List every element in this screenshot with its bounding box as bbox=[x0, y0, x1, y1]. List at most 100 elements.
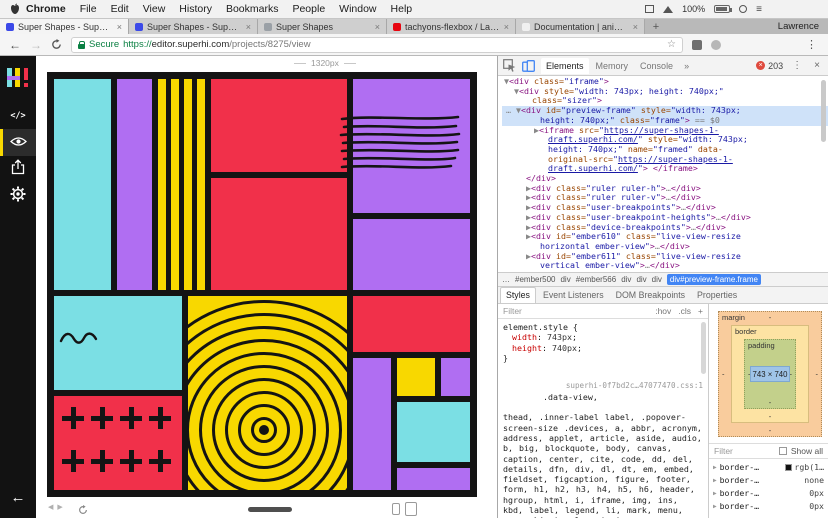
prev-icon[interactable]: ◀ bbox=[48, 504, 57, 511]
box-model-margin[interactable]: margin - - - - border - padding - - - 74… bbox=[718, 311, 822, 437]
devtools-close-icon[interactable]: × bbox=[811, 60, 823, 71]
computed-filter-input[interactable]: Filter bbox=[714, 446, 733, 456]
notification-center-icon[interactable]: ≡ bbox=[756, 4, 762, 15]
browser-tab[interactable]: Super Shapes× bbox=[258, 19, 387, 34]
styles-scrollbar[interactable] bbox=[701, 322, 706, 374]
spotlight-icon[interactable] bbox=[739, 5, 747, 13]
width-ruler[interactable]: 1320px bbox=[294, 58, 356, 68]
menu-item[interactable]: Window bbox=[339, 3, 376, 15]
tab-close-icon[interactable]: × bbox=[504, 22, 509, 32]
box-model-border[interactable]: border - padding - - - 743 × 740 bbox=[731, 325, 809, 423]
browser-tab[interactable]: Super Shapes - SuperHi× bbox=[129, 19, 258, 34]
element-style-selector[interactable]: element.style { bbox=[503, 322, 703, 332]
display-icon[interactable] bbox=[645, 5, 654, 13]
error-badge[interactable]: × 203 bbox=[756, 61, 783, 71]
menu-item[interactable]: Bookmarks bbox=[226, 3, 279, 15]
back-button[interactable]: ← bbox=[9, 39, 21, 51]
breadcrumb-item[interactable]: #ember500 bbox=[515, 275, 555, 284]
styles-filter-input[interactable]: Filter bbox=[503, 306, 522, 316]
url-text[interactable]: https://editor.superhi.com/projects/8275… bbox=[123, 39, 310, 50]
share-button[interactable] bbox=[0, 156, 36, 183]
browser-tab[interactable]: Super Shapes - SuperHi× bbox=[0, 19, 129, 34]
breadcrumb-item[interactable]: … bbox=[502, 275, 510, 284]
canvas-scrollbar[interactable] bbox=[248, 507, 292, 512]
breadcrumb-item[interactable]: #ember566 bbox=[576, 275, 616, 284]
box-edge-value[interactable]: - bbox=[769, 314, 772, 322]
canvas-nav-arrows[interactable]: ◀▶ bbox=[48, 503, 67, 511]
css-source-link[interactable]: superhi-0f7bd2c…47077470.css:1 bbox=[566, 381, 703, 391]
secure-label[interactable]: Secure bbox=[89, 39, 119, 50]
superhi-logo[interactable] bbox=[6, 60, 30, 96]
next-icon[interactable]: ▶ bbox=[57, 504, 66, 511]
rule-selector[interactable]: .data-view, bbox=[543, 392, 598, 402]
toggle-hov-button[interactable]: :hov bbox=[655, 306, 671, 316]
apple-icon[interactable] bbox=[10, 3, 20, 15]
forward-button[interactable]: → bbox=[30, 39, 42, 51]
toggle-cls-button[interactable]: .cls bbox=[678, 306, 691, 316]
extension-icon[interactable] bbox=[711, 40, 721, 50]
menu-item[interactable]: Help bbox=[391, 3, 413, 15]
box-edge-value[interactable]: - bbox=[769, 427, 772, 435]
inspect-element-icon[interactable] bbox=[503, 59, 516, 72]
wifi-icon[interactable] bbox=[663, 6, 673, 13]
elements-scrollbar[interactable] bbox=[821, 80, 826, 142]
reload-button[interactable] bbox=[51, 39, 62, 50]
phone-preview-icon[interactable] bbox=[392, 503, 400, 515]
devtools-menu-icon[interactable]: ⋮ bbox=[789, 60, 805, 71]
tab-close-icon[interactable]: × bbox=[117, 22, 122, 32]
css-declaration[interactable]: height: 740px; bbox=[512, 343, 703, 353]
profile-name[interactable]: Lawrence bbox=[778, 19, 828, 34]
extension-icon[interactable] bbox=[692, 40, 702, 50]
computed-row[interactable]: ▶border-…rgb(1… bbox=[713, 461, 824, 474]
tab-close-icon[interactable]: × bbox=[633, 22, 638, 32]
breadcrumb-item[interactable]: div bbox=[560, 275, 570, 284]
canvas-refresh-button[interactable] bbox=[78, 502, 88, 518]
tablet-preview-icon[interactable] bbox=[405, 502, 417, 516]
box-edge-value[interactable]: - bbox=[769, 413, 772, 421]
box-edge-value[interactable]: - bbox=[722, 370, 725, 378]
breadcrumb-item[interactable]: div bbox=[652, 275, 662, 284]
back-to-project-button[interactable]: ← bbox=[11, 489, 26, 506]
menu-item[interactable]: People bbox=[292, 3, 325, 15]
tab-close-icon[interactable]: × bbox=[375, 22, 380, 32]
browser-tab[interactable]: Documentation | anime.js× bbox=[516, 19, 645, 34]
tab-event-listeners[interactable]: Event Listeners bbox=[538, 288, 609, 303]
browser-tab[interactable]: tachyons-flexbox / Layout / D…× bbox=[387, 19, 516, 34]
show-all-checkbox[interactable] bbox=[779, 447, 787, 455]
tab-styles[interactable]: Styles bbox=[500, 287, 536, 303]
computed-row[interactable]: ▶border-…none bbox=[713, 474, 824, 487]
menu-item[interactable]: File bbox=[80, 3, 97, 15]
artwork-canvas[interactable] bbox=[47, 72, 477, 497]
tree-line[interactable]: vertical ember-view">…</div> bbox=[502, 261, 828, 271]
chrome-menu-icon[interactable]: ⋮ bbox=[806, 38, 819, 51]
more-panels-icon[interactable]: » bbox=[684, 61, 689, 71]
computed-row[interactable]: ▶border-…0px bbox=[713, 487, 824, 500]
computed-row[interactable]: ▶border-…0px bbox=[713, 500, 824, 513]
settings-button[interactable] bbox=[0, 183, 36, 210]
breadcrumb-item[interactable]: div bbox=[636, 275, 646, 284]
box-model-padding[interactable]: padding - - - 743 × 740 bbox=[744, 339, 796, 409]
bookmark-star-icon[interactable]: ☆ bbox=[667, 39, 676, 50]
url-box[interactable]: Secure https://editor.superhi.com/projec… bbox=[71, 37, 683, 53]
tab-dom-breakpoints[interactable]: DOM Breakpoints bbox=[611, 288, 690, 303]
breadcrumb-item[interactable]: div bbox=[621, 275, 631, 284]
device-toolbar-icon[interactable] bbox=[522, 60, 535, 72]
breadcrumb-item[interactable]: div#preview-frame.frame bbox=[667, 274, 761, 285]
css-declaration[interactable]: width: 743px; bbox=[512, 332, 703, 342]
new-rule-button[interactable]: + bbox=[698, 306, 703, 316]
box-edge-value[interactable]: - bbox=[816, 370, 819, 378]
devtools-tab-elements[interactable]: Elements bbox=[541, 58, 589, 74]
box-model-content[interactable]: 743 × 740 bbox=[750, 366, 790, 382]
menu-item[interactable]: History bbox=[179, 3, 212, 15]
preview-button[interactable] bbox=[0, 129, 36, 156]
tab-properties[interactable]: Properties bbox=[692, 288, 742, 303]
box-edge-value[interactable]: - bbox=[769, 399, 772, 407]
devtools-tab-memory[interactable]: Memory bbox=[591, 58, 634, 74]
devtools-tab-console[interactable]: Console bbox=[635, 58, 678, 74]
tab-close-icon[interactable]: × bbox=[246, 22, 251, 32]
menu-item[interactable]: Edit bbox=[111, 3, 129, 15]
menu-item[interactable]: Chrome bbox=[26, 3, 66, 15]
code-view-button[interactable]: </> bbox=[0, 102, 36, 129]
menu-item[interactable]: View bbox=[143, 3, 166, 15]
new-tab-button[interactable]: + bbox=[645, 19, 667, 34]
